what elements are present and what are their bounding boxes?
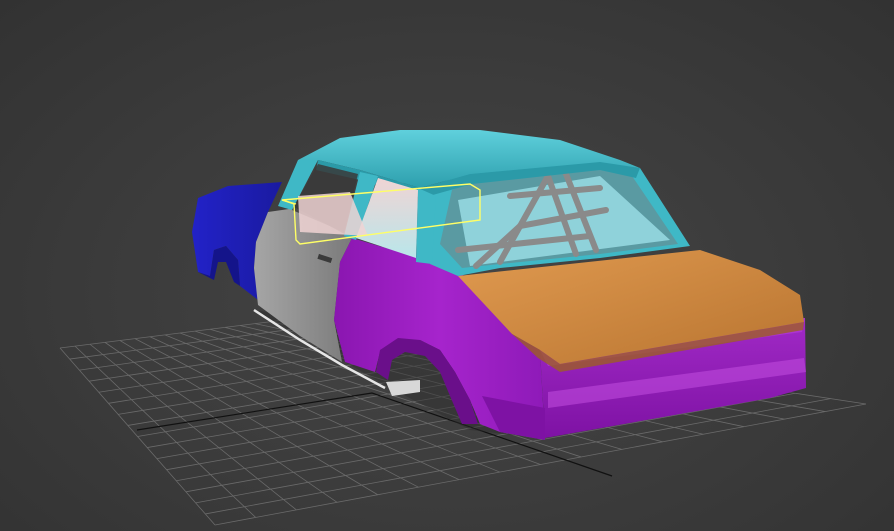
car-model[interactable] — [192, 130, 806, 440]
3d-viewport[interactable] — [0, 0, 894, 531]
viewport-scene — [59, 130, 867, 526]
